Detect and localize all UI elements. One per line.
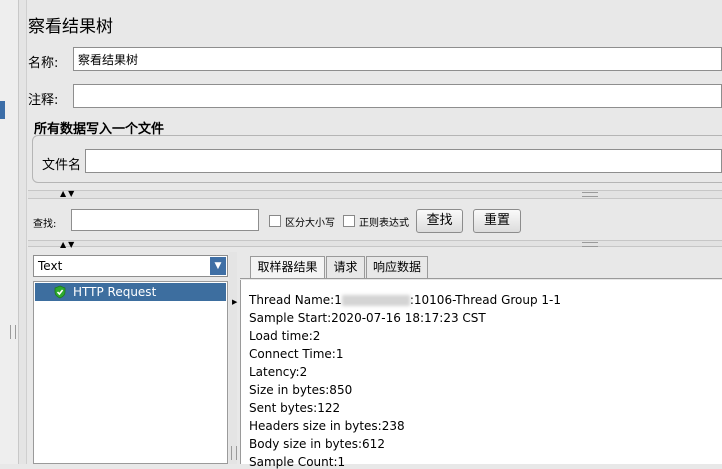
splitter-grip-icon bbox=[582, 192, 598, 197]
page-title: 察看结果树 bbox=[28, 17, 113, 37]
sampler-result-panel[interactable]: Thread Name:1 :10106-Thread Group 1-1 Sam… bbox=[240, 280, 722, 469]
tab-response-data[interactable]: 响应数据 bbox=[366, 256, 428, 279]
search-label: 查找: bbox=[33, 219, 57, 230]
filename-label: 文件名 bbox=[42, 158, 82, 173]
left-panel-strip bbox=[0, 0, 19, 464]
file-group-title: 所有数据写入一个文件 bbox=[34, 122, 165, 137]
middle-horizontal-splitter[interactable] bbox=[28, 240, 722, 247]
results-tree[interactable]: HTTP Request bbox=[33, 281, 228, 464]
result-line: Headers size in bytes:238 bbox=[249, 419, 405, 433]
splitter-arrows-icon[interactable]: ▲▼ bbox=[60, 189, 76, 198]
comment-label: 注释: bbox=[28, 93, 59, 108]
top-horizontal-splitter[interactable] bbox=[28, 190, 722, 199]
renderer-select-value: Text bbox=[38, 259, 63, 273]
name-field[interactable]: 察看结果树 bbox=[73, 47, 722, 71]
regex-label: 正则表达式 bbox=[359, 218, 409, 229]
shield-check-icon bbox=[54, 285, 66, 299]
search-input[interactable] bbox=[71, 209, 259, 231]
redacted-ip bbox=[341, 295, 410, 306]
result-line: Load time:2 bbox=[249, 329, 321, 343]
tab-sampler-result[interactable]: 取样器结果 bbox=[250, 256, 325, 279]
splitter-grip-icon bbox=[231, 446, 237, 460]
regex-checkbox[interactable] bbox=[343, 215, 355, 227]
result-thread-name: Thread Name:1 :10106-Thread Group 1-1 bbox=[249, 293, 561, 307]
thread-name-prefix: Thread Name:1 bbox=[249, 293, 342, 307]
main-vertical-splitter[interactable] bbox=[19, 0, 27, 464]
find-button[interactable]: 查找 bbox=[416, 209, 463, 233]
left-tree-selection-marker bbox=[0, 101, 5, 119]
tab-request[interactable]: 请求 bbox=[326, 256, 365, 279]
tab-divider bbox=[240, 278, 722, 279]
case-sensitive-checkbox[interactable] bbox=[269, 215, 281, 227]
name-label: 名称: bbox=[28, 56, 59, 71]
caret-right-icon: ▶ bbox=[232, 298, 238, 306]
result-line: Sent bytes:122 bbox=[249, 401, 341, 415]
case-sensitive-label: 区分大小写 bbox=[285, 218, 335, 229]
result-line: Sample Start:2020-07-16 18:17:23 CST bbox=[249, 311, 486, 325]
reset-button[interactable]: 重置 bbox=[473, 209, 521, 233]
splitter-arrows-icon[interactable]: ▲▼ bbox=[60, 240, 76, 249]
result-line: Latency:2 bbox=[249, 365, 308, 379]
tree-item-label: HTTP Request bbox=[73, 285, 157, 299]
renderer-select[interactable]: Text ▼ bbox=[33, 255, 228, 277]
left-splitter-grip[interactable] bbox=[10, 325, 16, 339]
tree-row[interactable]: HTTP Request bbox=[35, 283, 226, 301]
filename-field[interactable] bbox=[85, 149, 722, 173]
results-vertical-splitter[interactable] bbox=[229, 252, 237, 464]
result-line: Body size in bytes:612 bbox=[249, 437, 385, 451]
result-line: Connect Time:1 bbox=[249, 347, 344, 361]
result-line: Size in bytes:850 bbox=[249, 383, 353, 397]
result-line: Sample Count:1 bbox=[249, 455, 346, 469]
splitter-grip-icon bbox=[582, 242, 598, 247]
chevron-down-icon[interactable]: ▼ bbox=[210, 257, 226, 275]
thread-name-suffix: :10106-Thread Group 1-1 bbox=[409, 293, 562, 307]
comment-field[interactable] bbox=[73, 84, 722, 108]
